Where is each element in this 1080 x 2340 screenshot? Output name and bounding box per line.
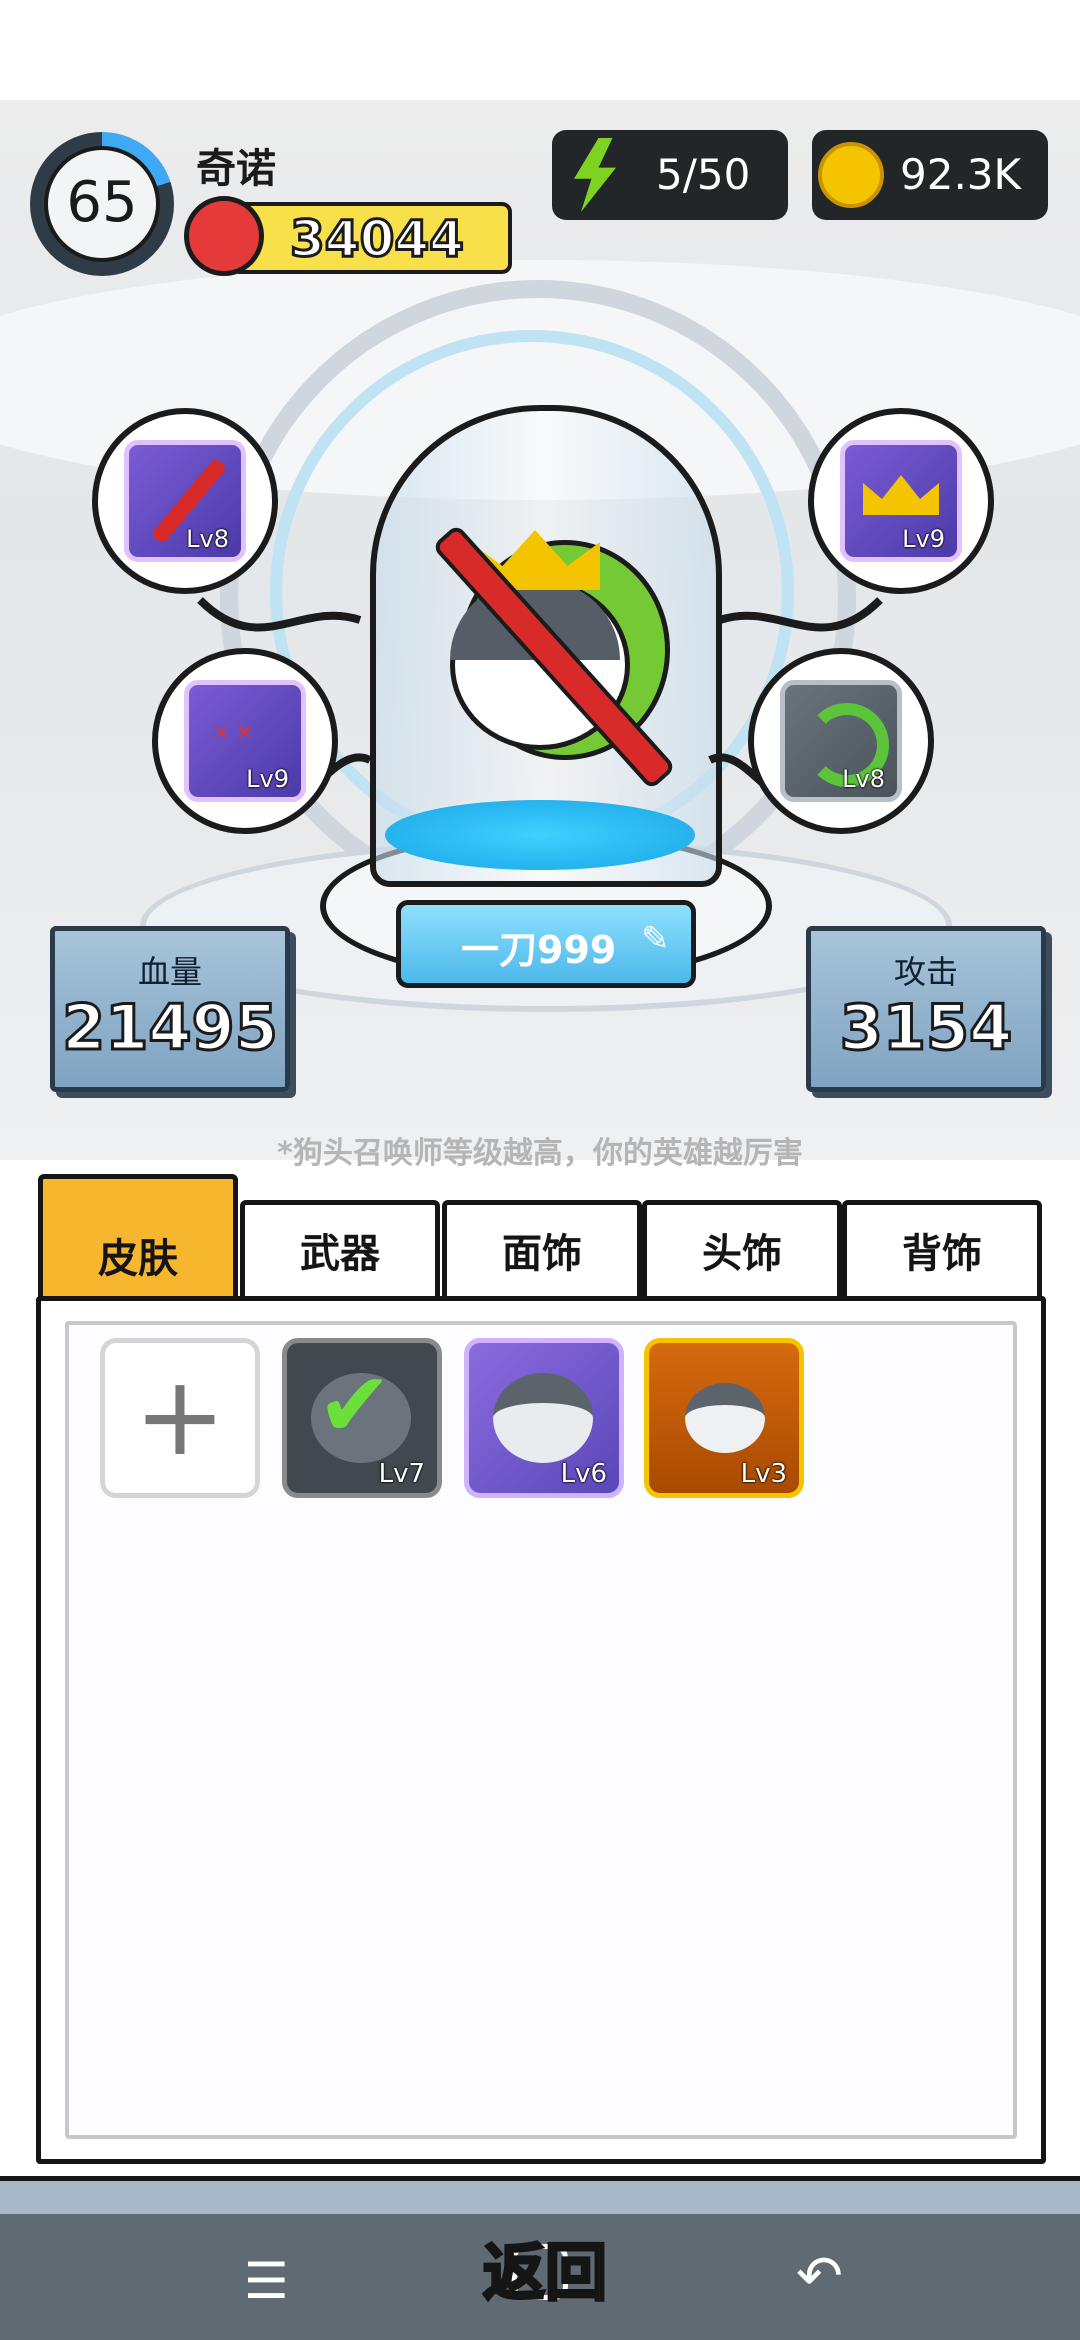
player-name: 奇诺 — [196, 146, 276, 192]
crown-slot[interactable]: Lv9 — [840, 440, 962, 562]
skin-item-2[interactable]: Lv6 — [464, 1338, 624, 1498]
tab-head[interactable]: 头饰 — [642, 1200, 842, 1297]
skin-1-level: Lv7 — [378, 1459, 425, 1489]
attack-label: 攻击 — [893, 953, 958, 991]
weapon-level: Lv8 — [186, 525, 229, 553]
skin-2-level: Lv6 — [560, 1459, 607, 1489]
crown-icon — [863, 475, 939, 515]
attack-value: 3154 — [838, 990, 1014, 1066]
gold-coin-plus-icon[interactable] — [818, 142, 884, 208]
player-level-ring[interactable]: 65 — [30, 132, 174, 276]
hero-name: 一刀999 — [461, 928, 617, 972]
red-eyes-icon: ✕ ✕ — [213, 720, 253, 744]
back-button-label: 返回 — [481, 2235, 608, 2311]
tab-skin-label: 皮肤 — [98, 1236, 178, 1282]
tab-face-label: 面饰 — [502, 1231, 582, 1277]
hero-showcase-scene: Lv8 Lv9 ✕ ✕ Lv9 Lv8 一刀999 ✎ 血量 21495 攻击 … — [0, 100, 1080, 1160]
skin-item-1[interactable]: ✔ Lv7 — [282, 1338, 442, 1498]
boxing-glove-icon — [184, 196, 264, 276]
power-value: 34044 — [289, 209, 466, 270]
tab-skin[interactable]: 皮肤 — [38, 1174, 238, 1299]
back-level: Lv8 — [842, 765, 885, 793]
weapon-slot[interactable]: Lv8 — [124, 440, 246, 562]
tip-text: *狗头召唤师等级越高，你的英雄越厉害 — [277, 1136, 803, 1171]
seal-skin-icon — [685, 1383, 765, 1453]
back-slot-pod[interactable]: Lv8 — [748, 648, 934, 834]
energy-counter[interactable]: 5/50 — [552, 130, 788, 220]
face-slot-pod[interactable]: ✕ ✕ Lv9 — [152, 648, 338, 834]
tab-back-label: 背饰 — [902, 1231, 982, 1277]
hp-label: 血量 — [137, 953, 202, 991]
crown-slot-pod[interactable]: Lv9 — [808, 408, 994, 594]
skin-3-level: Lv3 — [740, 1459, 787, 1489]
hero-name-plate[interactable]: 一刀999 ✎ — [396, 900, 696, 988]
energy-bolt-plus-icon[interactable] — [574, 138, 616, 212]
level-badge: 65 — [44, 146, 160, 262]
menu-icon[interactable]: ☰ — [244, 2252, 289, 2310]
hp-stat-box: 血量 21495 — [50, 926, 290, 1092]
tab-weapon[interactable]: 武器 — [240, 1200, 440, 1297]
equipped-check-icon: ✔ — [317, 1353, 393, 1458]
tab-back[interactable]: 背饰 — [842, 1200, 1042, 1297]
player-level: 65 — [66, 170, 138, 235]
husky-skin-icon — [493, 1373, 593, 1463]
power-bar: 34044 — [230, 202, 512, 274]
status-bar-area — [0, 0, 1080, 100]
tab-head-label: 头饰 — [702, 1231, 782, 1277]
back-button[interactable]: 返回 — [470, 2222, 620, 2311]
energy-value: 5/50 — [656, 150, 751, 199]
plus-icon: + — [133, 1352, 227, 1480]
back-slot[interactable]: Lv8 — [780, 680, 902, 802]
attack-stat-box: 攻击 3154 — [806, 926, 1046, 1092]
hp-value: 21495 — [61, 990, 280, 1066]
back-icon[interactable]: ↶ — [796, 2244, 843, 2309]
edit-pencil-icon[interactable]: ✎ — [641, 919, 670, 959]
coins-counter[interactable]: 92.3K — [812, 130, 1048, 220]
face-slot[interactable]: ✕ ✕ Lv9 — [184, 680, 306, 802]
crown-level: Lv9 — [902, 525, 945, 553]
skin-item-3[interactable]: Lv3 — [644, 1338, 804, 1498]
coins-value: 92.3K — [900, 150, 1022, 199]
face-level: Lv9 — [246, 765, 289, 793]
weapon-slot-pod[interactable]: Lv8 — [92, 408, 278, 594]
add-skin-button[interactable]: + — [100, 1338, 260, 1498]
tab-face[interactable]: 面饰 — [442, 1200, 642, 1297]
tab-weapon-label: 武器 — [300, 1231, 380, 1277]
